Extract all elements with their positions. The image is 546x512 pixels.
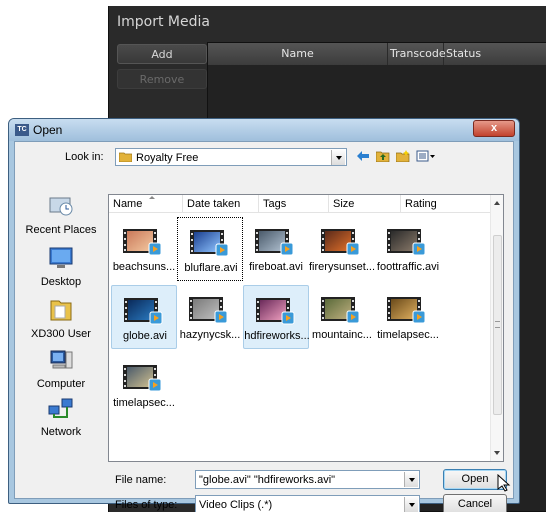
file-name-label: File name: [115, 474, 167, 486]
folder-icon [118, 152, 133, 163]
dialog-title-bar[interactable]: TC Open x [9, 119, 519, 141]
place-xd300-user[interactable]: XD300 User [19, 298, 103, 340]
dialog-body: Look in: Royalty Free Recent Places Desk… [14, 141, 514, 512]
scroll-up-icon[interactable] [494, 201, 500, 205]
vertical-scrollbar[interactable] [490, 195, 503, 461]
chevron-down-icon[interactable] [404, 497, 418, 512]
file-item[interactable]: hazynycsk... [177, 285, 243, 349]
video-file-icon [387, 297, 426, 324]
place-label: Desktop [40, 276, 82, 288]
screen: Import Media Add Remove Name Transcode S… [0, 0, 546, 512]
column-header-size[interactable]: Size [329, 195, 401, 213]
file-name-value: "globe.avi" "hdfireworks.avi" [199, 474, 336, 486]
file-name-label: foottraffic.avi [376, 261, 440, 273]
back-arrow-icon[interactable] [355, 150, 371, 166]
file-item[interactable]: foottraffic.avi [375, 217, 441, 281]
look-in-label: Look in: [65, 151, 104, 163]
dialog-title: Open [33, 123, 63, 137]
file-item[interactable]: bluflare.avi [177, 217, 243, 281]
video-file-icon [123, 365, 162, 392]
app-icon: TC [15, 124, 29, 136]
desktop-icon [19, 246, 103, 273]
user-folder-icon [19, 298, 103, 325]
file-item[interactable]: hdfireworks... [243, 285, 310, 349]
place-network[interactable]: Network [19, 396, 103, 438]
scroll-down-icon[interactable] [494, 451, 500, 455]
column-header-name[interactable]: Name [208, 43, 388, 65]
file-name-label: firerysunset... [309, 261, 375, 273]
video-file-icon [124, 298, 163, 325]
look-in-dropdown[interactable]: Royalty Free [115, 148, 347, 166]
look-in-value: Royalty Free [136, 152, 199, 164]
video-file-icon [255, 229, 294, 256]
file-name-label: bluflare.avi [184, 262, 238, 274]
grip-icon [495, 321, 500, 328]
file-item[interactable]: mountainc... [309, 285, 375, 349]
file-name-label: hazynycsk... [179, 329, 241, 341]
column-header-date-taken[interactable]: Date taken [183, 195, 259, 213]
add-button[interactable]: Add [117, 44, 207, 64]
video-file-icon [189, 297, 228, 324]
file-type-value: Video Clips (.*) [199, 499, 273, 511]
chevron-down-icon[interactable] [404, 472, 418, 487]
file-name-label: beachsuns... [112, 261, 176, 273]
computer-icon [19, 348, 103, 375]
network-icon [19, 396, 103, 423]
video-file-icon [190, 230, 229, 257]
recent-places-icon [19, 194, 103, 221]
place-label: XD300 User [31, 328, 91, 340]
place-recent-places[interactable]: Recent Places [19, 194, 103, 236]
file-item[interactable]: globe.avi [111, 285, 177, 349]
column-header-status[interactable]: Status [444, 43, 546, 65]
file-name-label: timelapsec... [377, 329, 439, 341]
views-menu-icon[interactable] [415, 150, 437, 166]
file-list-view[interactable]: Name Date taken Tags Size Rating beachsu… [108, 194, 504, 462]
cancel-button[interactable]: Cancel [443, 494, 507, 512]
place-label: Recent Places [25, 224, 97, 236]
file-item[interactable]: beachsuns... [111, 217, 177, 281]
column-header-transcode[interactable]: Transcode [388, 43, 446, 65]
sort-ascending-icon [149, 196, 155, 199]
file-item[interactable]: fireboat.avi [243, 217, 309, 281]
places-bar: Recent Places Desktop XD300 User Compute… [19, 194, 103, 444]
file-item[interactable]: timelapsec... [375, 285, 441, 349]
file-item[interactable]: timelapsec... [111, 353, 177, 417]
new-folder-icon[interactable] [395, 150, 411, 166]
place-computer[interactable]: Computer [19, 348, 103, 390]
column-header-name[interactable]: Name [109, 195, 183, 213]
video-file-icon [321, 229, 360, 256]
video-file-icon [123, 229, 162, 256]
up-folder-icon[interactable] [375, 150, 391, 166]
scrollbar-thumb[interactable] [493, 235, 502, 415]
import-media-title: Import Media [117, 14, 210, 30]
open-dialog: TC Open x Look in: Royalty Free Recent P… [8, 118, 520, 512]
video-file-icon [321, 297, 360, 324]
file-name-label: mountainc... [312, 329, 372, 341]
place-label: Computer [36, 378, 86, 390]
chevron-down-icon[interactable] [331, 150, 345, 165]
file-name-label: fireboat.avi [249, 261, 303, 273]
place-label: Network [40, 426, 82, 438]
close-button[interactable]: x [473, 120, 515, 137]
file-list-header: Name Date taken Tags Size Rating [109, 195, 491, 213]
media-list-header: Name Transcode Status [208, 43, 546, 65]
file-name-label: timelapsec... [113, 397, 175, 409]
video-file-icon [256, 298, 295, 325]
file-name-label: globe.avi [122, 330, 168, 342]
file-name-label: hdfireworks... [244, 330, 310, 342]
file-type-label: Files of type: [115, 499, 178, 511]
file-type-dropdown[interactable]: Video Clips (.*) [195, 495, 420, 512]
column-header-tags[interactable]: Tags [259, 195, 329, 213]
video-file-icon [387, 229, 426, 256]
remove-button[interactable]: Remove [117, 69, 207, 89]
place-desktop[interactable]: Desktop [19, 246, 103, 288]
file-name-input[interactable]: "globe.avi" "hdfireworks.avi" [195, 470, 420, 489]
column-header-rating[interactable]: Rating [401, 195, 491, 213]
file-item[interactable]: firerysunset... [309, 217, 375, 281]
